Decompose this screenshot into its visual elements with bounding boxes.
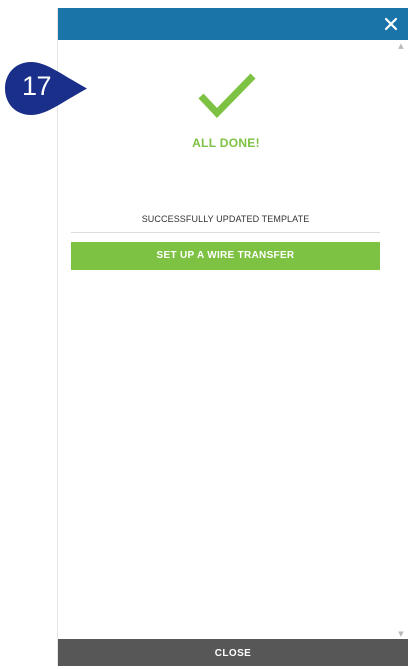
scroll-down-arrow-icon[interactable]: ▼ <box>397 630 405 638</box>
modal-dialog: ▲ ▼ ALL DONE! SUCCESSFULLY UPDATED TEMPL… <box>57 8 408 666</box>
scroll-up-arrow-icon[interactable]: ▲ <box>397 42 405 50</box>
vertical-scrollbar[interactable]: ▲ ▼ <box>397 42 405 638</box>
step-number: 17 <box>22 71 52 101</box>
status-title: ALL DONE! <box>192 136 260 150</box>
checkmark-icon <box>197 71 257 121</box>
setup-wire-transfer-button[interactable]: SET UP A WIRE TRANSFER <box>71 242 380 270</box>
success-message: SUCCESSFULLY UPDATED TEMPLATE <box>141 214 310 224</box>
modal-header <box>58 8 408 40</box>
divider <box>71 232 380 233</box>
close-button[interactable]: CLOSE <box>58 639 408 666</box>
step-number-badge: 17 <box>4 61 88 116</box>
close-icon[interactable] <box>380 13 402 35</box>
